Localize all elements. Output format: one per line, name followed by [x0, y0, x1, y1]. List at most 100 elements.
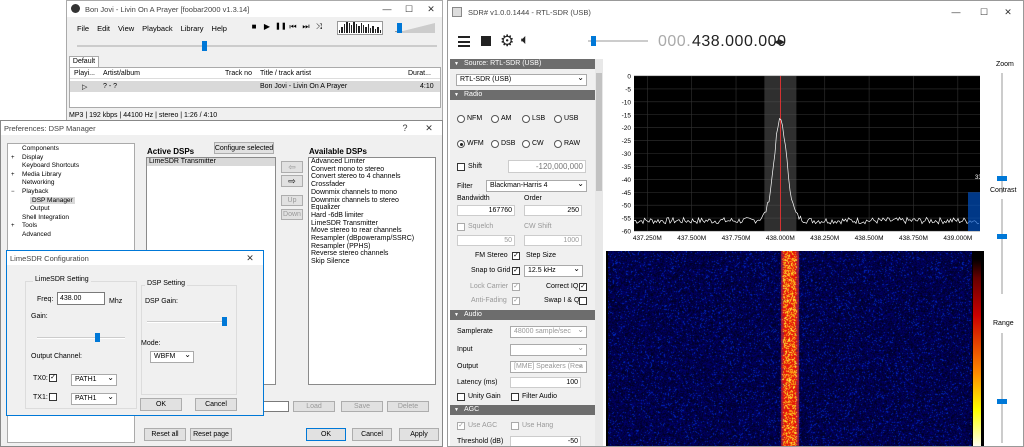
next-icon[interactable]: ⏭	[301, 22, 311, 32]
frequency-display[interactable]: 438.000.000	[692, 33, 786, 51]
reset-all-button[interactable]: Reset all	[144, 428, 186, 441]
mode-nfm[interactable]	[457, 115, 465, 123]
add-dsp-button[interactable]: ⇨	[281, 175, 303, 187]
agc-header[interactable]: AGC	[450, 405, 595, 415]
tree-item-advanced[interactable]: Advanced	[8, 231, 134, 240]
input-select[interactable]	[510, 344, 587, 356]
help-icon[interactable]: ?	[394, 121, 416, 135]
shift-input[interactable]: -120,000,000	[508, 160, 586, 173]
tree-item-shell-integration[interactable]: Shell Integration	[8, 214, 134, 223]
configure-selected-button[interactable]: Configure selected	[214, 142, 274, 154]
list-item[interactable]: Downmix channels to mono	[309, 189, 435, 197]
tree-item-output[interactable]: Output	[8, 205, 134, 214]
list-item[interactable]: Advanced Limiter	[309, 158, 435, 166]
radio-header[interactable]: Radio	[450, 90, 595, 100]
minimize-icon[interactable]: —	[945, 1, 967, 23]
menu-item-edit[interactable]: Edit	[97, 24, 110, 33]
speaker-icon[interactable]: 🔈︎	[521, 31, 529, 48]
menu-item-playback[interactable]: Playback	[142, 24, 172, 33]
list-item[interactable]: LimeSDR Transmitter	[309, 220, 435, 228]
list-item[interactable]: Crossfader	[309, 181, 435, 189]
seek-thumb[interactable]	[202, 41, 207, 51]
mode-usb[interactable]	[554, 115, 562, 123]
list-item[interactable]: Skip Silence	[309, 258, 435, 266]
tree-item-playback[interactable]: − Playback	[8, 188, 134, 197]
random-icon[interactable]: ⤨	[314, 22, 324, 32]
expand-icon[interactable]: +	[11, 171, 15, 180]
gain-slider[interactable]	[37, 333, 125, 343]
load-button[interactable]: Load	[293, 401, 335, 412]
minimize-icon[interactable]: —	[376, 1, 398, 17]
waterfall-display[interactable]	[608, 251, 972, 446]
snap-to-grid-checkbox[interactable]: ✓	[512, 267, 520, 275]
shift-checkbox[interactable]	[457, 163, 465, 171]
spectrum-analyzer[interactable]: 0-5-10-15-20-25-30-35-40-45-50-55-60437.…	[606, 61, 984, 247]
available-dsps-list[interactable]: Advanced Limiter Convert mono to stereo Co…	[308, 157, 436, 385]
apply-button[interactable]: Apply	[399, 428, 439, 441]
threshold-input[interactable]: -50	[510, 436, 581, 446]
save-button[interactable]: Save	[341, 401, 383, 412]
list-item[interactable]: Convert stereo to 4 channels	[309, 173, 435, 181]
menu-item-library[interactable]: Library	[181, 24, 204, 33]
lime-ok-button[interactable]: OK	[140, 398, 182, 411]
list-item[interactable]: Reverse stereo channels	[309, 250, 435, 258]
table-row[interactable]: ▷ ? - ? Bon Jovi - Livin On A Prayer 4:1…	[70, 81, 440, 92]
samplerate-select[interactable]: 48000 sample/sec	[510, 326, 587, 338]
step-size-select[interactable]: 12.5 kHz	[524, 265, 583, 277]
source-select[interactable]: RTL-SDR (USB)	[456, 74, 587, 86]
tree-item-keyboard-shortcuts[interactable]: Keyboard Shortcuts	[8, 162, 134, 171]
filter-select[interactable]: Blackman-Harris 4	[486, 180, 587, 192]
mode-cw[interactable]	[522, 140, 530, 148]
down-button[interactable]: Down	[281, 209, 303, 220]
audio-gain-slider[interactable]	[588, 36, 648, 46]
menu-icon[interactable]	[458, 36, 470, 47]
order-input[interactable]: 250	[524, 205, 582, 216]
anti-fading-checkbox[interactable]: ✓	[512, 297, 520, 305]
pause-icon[interactable]: ❚❚	[275, 22, 287, 32]
tree-item-media-library[interactable]: + Media Library	[8, 171, 134, 180]
tree-item-networking[interactable]: Networking	[8, 179, 134, 188]
expand-icon[interactable]: +	[11, 222, 15, 231]
swap-iq-checkbox[interactable]	[579, 297, 587, 305]
source-header[interactable]: Source: RTL-SDR (USB)	[450, 59, 595, 69]
menu-item-file[interactable]: File	[77, 24, 89, 33]
dsp-gain-slider[interactable]	[147, 317, 227, 327]
tree-item-display[interactable]: + Display	[8, 154, 134, 163]
tree-item-components[interactable]: Components	[8, 145, 134, 154]
close-icon[interactable]: ✕	[420, 1, 442, 17]
ok-button[interactable]: OK	[306, 428, 346, 441]
playlist-tab-default[interactable]: Default	[69, 56, 99, 67]
squelch-input[interactable]: 50	[457, 235, 515, 246]
squelch-checkbox[interactable]	[457, 223, 465, 231]
list-item[interactable]: Hard -6dB limiter	[309, 212, 435, 220]
tx1-path-select[interactable]: PATH1	[71, 393, 117, 405]
list-item[interactable]: Resampler (PPHS)	[309, 243, 435, 251]
menu-item-help[interactable]: Help	[212, 24, 227, 33]
waterfall-panel[interactable]	[606, 251, 984, 446]
correct-iq-checkbox[interactable]: ✓	[579, 283, 587, 291]
filter-audio-checkbox[interactable]	[511, 393, 519, 401]
gear-icon[interactable]: ⚙	[500, 31, 514, 51]
stop-icon[interactable]	[481, 36, 491, 46]
maximize-icon[interactable]: ☐	[398, 1, 420, 17]
mode-raw[interactable]	[554, 140, 562, 148]
tx1-checkbox[interactable]	[49, 393, 57, 401]
close-icon[interactable]: ✕	[239, 251, 261, 265]
seek-bar[interactable]	[77, 41, 437, 51]
list-item[interactable]: Equalizer	[309, 204, 435, 212]
mode-lsb[interactable]	[522, 115, 530, 123]
fm-stereo-checkbox[interactable]: ✓	[512, 252, 520, 260]
audio-header[interactable]: Audio	[450, 310, 595, 320]
tuning-arrows-icon[interactable]: ◂▸	[774, 35, 785, 48]
panel-scroll-thumb[interactable]	[596, 73, 602, 191]
col-title[interactable]: Title / track artist	[260, 70, 311, 77]
stop-icon[interactable]: ■	[249, 22, 259, 32]
mode-wfm[interactable]	[457, 140, 465, 148]
tx0-path-select[interactable]: PATH1	[71, 374, 117, 386]
mode-select[interactable]: WBFM	[150, 351, 194, 363]
expand-icon[interactable]: +	[11, 154, 15, 163]
remove-dsp-button[interactable]: ⇦	[281, 161, 303, 173]
list-item[interactable]: Downmix channels to stereo	[309, 197, 435, 205]
volume-slider[interactable]	[395, 21, 435, 35]
cw-shift-input[interactable]: 1000	[524, 235, 582, 246]
